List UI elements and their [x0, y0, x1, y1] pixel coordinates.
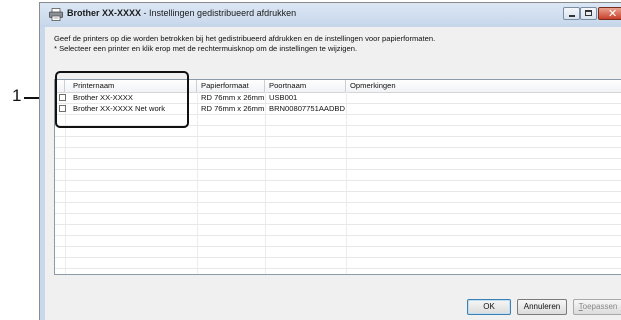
printer-icon	[49, 8, 63, 21]
dialog-body: Geef de printers op die worden betrokken…	[45, 27, 621, 320]
table-row-empty	[55, 214, 621, 225]
minimize-icon	[569, 15, 575, 17]
table-row[interactable]: Brother XX-XXXX Net work RD 76mm x 26mm …	[55, 104, 621, 115]
table-row-empty	[55, 203, 621, 214]
paper-size-cell: RD 76mm x 26mm	[201, 104, 265, 113]
settings-window: Brother XX-XXXX - Instellingen gedistrib…	[39, 2, 621, 320]
table-row-empty	[55, 236, 621, 247]
cancel-button[interactable]: Annuleren	[517, 299, 567, 315]
column-header-notes[interactable]: Opmerkingen	[346, 80, 621, 92]
window-title-model: Brother XX-XXXX	[67, 8, 142, 18]
table-row-empty	[55, 148, 621, 159]
window-title: Brother XX-XXXX - Instellingen gedistrib…	[67, 8, 296, 18]
table-row-empty	[55, 192, 621, 203]
apply-button[interactable]: Toepassen	[573, 299, 621, 315]
table-row-empty	[55, 258, 621, 269]
notes-cell	[346, 104, 621, 114]
printer-name-cell: Brother XX-XXXX	[73, 93, 133, 102]
window-title-rest: - Instellingen gedistribueerd afdrukken	[141, 8, 297, 18]
printer-name-cell: Brother XX-XXXX Net work	[73, 104, 166, 113]
table-header: Printernaam Papierformaat Poortnaam Opme…	[55, 80, 621, 93]
title-bar[interactable]: Brother XX-XXXX - Instellingen gedistrib…	[40, 3, 621, 27]
column-header-port-name[interactable]: Poortnaam	[265, 80, 346, 92]
callout-number: 1	[12, 86, 22, 105]
table-row-empty	[55, 247, 621, 258]
instructions-note: * Selecteer een printer en klik erop met…	[54, 44, 358, 54]
port-name-cell: BRN00807751AADBD	[269, 104, 345, 113]
column-header-paper-size[interactable]: Papierformaat	[197, 80, 265, 92]
notes-cell	[346, 93, 621, 103]
ok-button[interactable]: OK	[467, 299, 511, 315]
table-row-empty	[55, 170, 621, 181]
table-row-empty	[55, 115, 621, 126]
close-button[interactable]: ✕	[598, 7, 621, 20]
maximize-icon	[585, 10, 592, 16]
table-row[interactable]: Brother XX-XXXX RD 76mm x 26mm USB001	[55, 93, 621, 104]
maximize-button[interactable]	[580, 7, 597, 20]
table-row-empty	[55, 137, 621, 148]
instructions: Geef de printers op die worden betrokken…	[54, 34, 484, 53]
minimize-button[interactable]	[563, 7, 580, 20]
apply-label: oepassen	[582, 302, 618, 311]
close-icon: ✕	[608, 7, 618, 20]
column-header-printer-name[interactable]: Printernaam	[65, 80, 197, 92]
header-checkbox-column	[55, 80, 65, 92]
table-row-empty	[55, 159, 621, 170]
printer-table: Printernaam Papierformaat Poortnaam Opme…	[54, 79, 621, 275]
table-row-empty	[55, 181, 621, 192]
table-row-empty	[55, 126, 621, 137]
instructions-text: Geef de printers op die worden betrokken…	[54, 34, 436, 43]
table-row-empty	[55, 225, 621, 236]
port-name-cell: USB001	[269, 93, 298, 102]
paper-size-cell: RD 76mm x 26mm	[201, 93, 265, 102]
